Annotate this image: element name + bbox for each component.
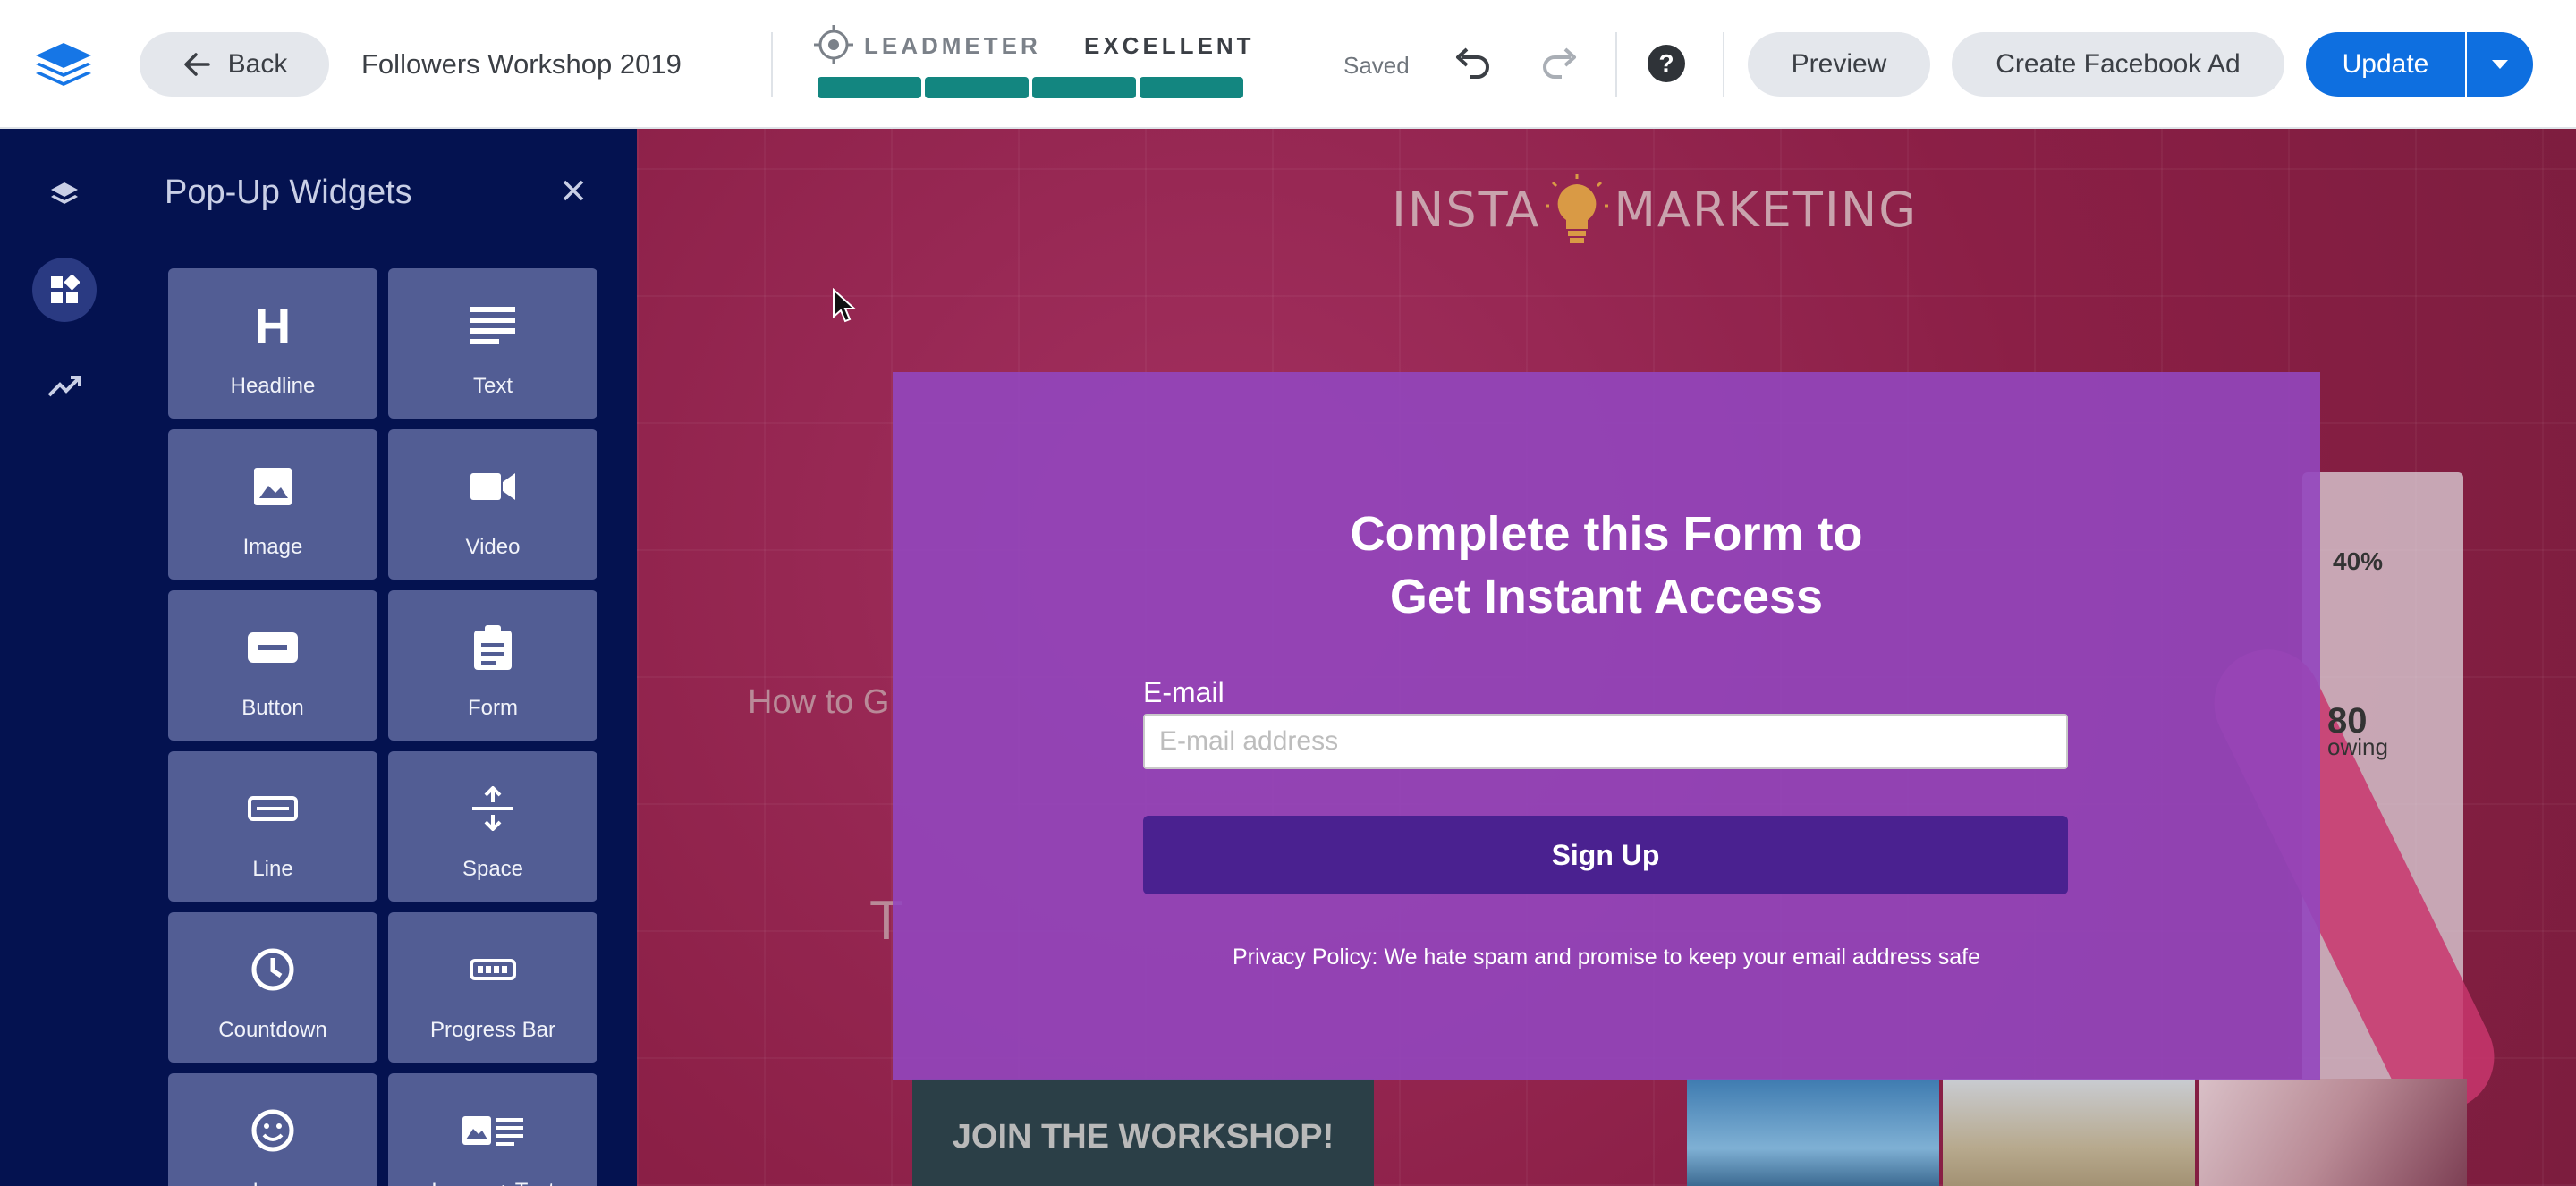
- divider: [1723, 32, 1724, 97]
- popup-headline-line1: Complete this Form to: [1350, 507, 1863, 561]
- widget-label: Button: [242, 696, 304, 720]
- widget-label: Text: [472, 374, 513, 398]
- widget-image-text[interactable]: Image + Text: [388, 1073, 597, 1186]
- widget-label: Progress Bar: [429, 1018, 556, 1042]
- widgets-panel: Pop-Up Widgets H Headline Text Image Vid…: [129, 129, 637, 1186]
- target-icon: [814, 25, 853, 64]
- close-icon[interactable]: [562, 179, 585, 202]
- form-icon: [388, 621, 597, 674]
- app-logo-icon[interactable]: [32, 39, 95, 89]
- leadmeter-label: LEADMETER: [864, 32, 1041, 59]
- widget-progress-bar[interactable]: Progress Bar: [388, 912, 597, 1063]
- photo: [2199, 1079, 2467, 1186]
- button-icon: [168, 621, 377, 674]
- progress-bar-icon: [388, 943, 597, 996]
- widget-label: Line: [252, 857, 293, 881]
- smiley-icon: [168, 1104, 377, 1157]
- signup-popup[interactable]: Complete this Form to Get Instant Access…: [893, 372, 2320, 1080]
- popup-headline[interactable]: Complete this Form to Get Instant Access: [893, 503, 2320, 628]
- update-dropdown-button[interactable]: [2467, 32, 2533, 97]
- back-label: Back: [227, 49, 288, 79]
- email-field[interactable]: [1143, 714, 2068, 769]
- clock-icon: [168, 943, 377, 996]
- widget-button[interactable]: Button: [168, 590, 377, 741]
- join-workshop-button[interactable]: JOIN THE WORKSHOP!: [912, 1079, 1374, 1186]
- preview-button[interactable]: Preview: [1748, 32, 1930, 97]
- popup-headline-line2: Get Instant Access: [1389, 570, 1824, 623]
- headline-icon: H: [254, 297, 292, 354]
- arrow-left-icon: [183, 53, 210, 76]
- redo-icon[interactable]: [1540, 45, 1580, 80]
- image-text-icon: [388, 1104, 597, 1157]
- leadmeter-segment: [1140, 77, 1243, 98]
- layers-icon[interactable]: [32, 163, 97, 227]
- brand-logo: INSTA MARKETING: [1392, 174, 1918, 245]
- widget-label: Video: [465, 535, 521, 559]
- editor-canvas[interactable]: INSTA MARKETING How to G T 40% 80 owing …: [637, 129, 2576, 1186]
- video-icon: [388, 460, 597, 513]
- phone-battery: 40%: [2333, 547, 2384, 575]
- phone-stat-label: owing: [2327, 733, 2388, 760]
- create-facebook-ad-button[interactable]: Create Facebook Ad: [1952, 32, 2284, 97]
- photo: [1687, 1079, 1939, 1186]
- widget-label: Image: [242, 535, 303, 559]
- leadmeter-segment: [1032, 77, 1136, 98]
- email-label: E-mail: [1143, 676, 1224, 708]
- widget-line[interactable]: Line: [168, 751, 377, 902]
- widgets-icon[interactable]: [32, 258, 97, 322]
- undo-icon[interactable]: [1453, 45, 1492, 80]
- widget-video[interactable]: Video: [388, 429, 597, 580]
- widget-space[interactable]: Space: [388, 751, 597, 902]
- widget-text[interactable]: Text: [388, 268, 597, 419]
- widget-label: Countdown: [218, 1018, 327, 1042]
- panel-title: Pop-Up Widgets: [165, 174, 412, 211]
- leadmeter-segment: [925, 77, 1029, 98]
- widget-label: Space: [462, 857, 524, 881]
- widget-form[interactable]: Form: [388, 590, 597, 741]
- update-button[interactable]: Update: [2306, 32, 2465, 97]
- help-icon[interactable]: ?: [1648, 45, 1685, 82]
- page-title[interactable]: Followers Workshop 2019: [361, 48, 682, 80]
- brand-logo-right: MARKETING: [1614, 181, 1919, 238]
- back-button[interactable]: Back: [140, 32, 329, 97]
- privacy-policy-text: Privacy Policy: We hate spam and promise…: [1232, 945, 1981, 970]
- saved-status: Saved: [1343, 52, 1410, 79]
- brand-logo-left: INSTA: [1392, 181, 1541, 238]
- top-bar: Back Followers Workshop 2019 LEADMETER E…: [0, 0, 2576, 129]
- left-rail: [0, 129, 129, 1186]
- widget-headline[interactable]: H Headline: [168, 268, 377, 419]
- widget-countdown[interactable]: Countdown: [168, 912, 377, 1063]
- photo: [1943, 1079, 2195, 1186]
- widget-label: Icon: [168, 1179, 377, 1186]
- sign-up-button[interactable]: Sign Up: [1143, 816, 2068, 894]
- line-icon: [168, 782, 377, 835]
- leadmeter-bar: [818, 77, 1243, 98]
- widget-label: Form: [468, 696, 518, 720]
- widget-label: Headline: [230, 374, 316, 398]
- leadmeter-rating: EXCELLENT: [1084, 32, 1255, 59]
- image-icon: [168, 460, 377, 513]
- widget-image[interactable]: Image: [168, 429, 377, 580]
- trend-icon[interactable]: [32, 354, 97, 419]
- widget-label: Image + Text: [388, 1179, 597, 1186]
- background-heading: How to G: [748, 683, 890, 721]
- widget-icon[interactable]: Icon: [168, 1073, 377, 1186]
- divider: [771, 32, 773, 97]
- space-icon: [388, 782, 597, 835]
- divider: [1615, 32, 1617, 97]
- leadmeter-segment: [818, 77, 921, 98]
- lightbulb-icon: [1546, 174, 1609, 243]
- caret-down-icon: [2492, 60, 2508, 69]
- text-icon: [388, 299, 597, 352]
- mouse-cursor-icon: [833, 288, 857, 323]
